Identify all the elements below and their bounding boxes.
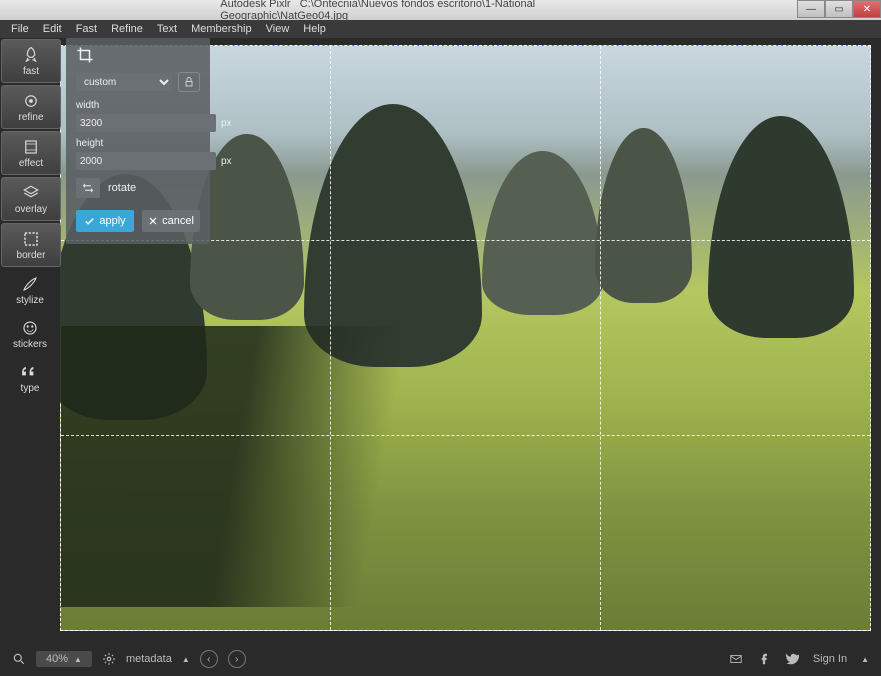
- swap-icon: [81, 181, 95, 195]
- width-label: width: [76, 100, 200, 111]
- cancel-button[interactable]: cancel: [142, 210, 200, 232]
- tool-type[interactable]: type: [0, 356, 60, 400]
- crop-grid-line: [330, 46, 331, 630]
- signin-caret[interactable]: ▲: [861, 655, 869, 664]
- apply-button[interactable]: apply: [76, 210, 134, 232]
- height-input[interactable]: [76, 152, 216, 170]
- tool-stickers[interactable]: stickers: [0, 312, 60, 356]
- menu-edit[interactable]: Edit: [36, 22, 69, 36]
- menu-membership[interactable]: Membership: [184, 22, 259, 36]
- gear-icon[interactable]: [102, 652, 116, 666]
- minimize-button[interactable]: —: [797, 0, 825, 18]
- workspace: fast refine effect overlay border styliz…: [0, 38, 881, 642]
- zoom-level[interactable]: 40%▲: [36, 651, 92, 667]
- tool-fast[interactable]: fast: [1, 39, 61, 83]
- tool-refine[interactable]: refine: [1, 85, 61, 129]
- height-unit: px: [221, 156, 232, 167]
- tool-effect[interactable]: effect: [1, 131, 61, 175]
- metadata-caret[interactable]: ▲: [182, 655, 190, 664]
- menu-help[interactable]: Help: [296, 22, 333, 36]
- film-icon: [22, 138, 40, 156]
- search-icon[interactable]: [12, 652, 26, 666]
- target-icon: [22, 92, 40, 110]
- tool-sidebar: fast refine effect overlay border styliz…: [0, 38, 60, 642]
- height-label: height: [76, 138, 200, 149]
- tool-stylize[interactable]: stylize: [0, 268, 60, 312]
- menu-bar: File Edit Fast Refine Text Membership Vi…: [0, 20, 881, 38]
- window-titlebar: Autodesk Pixlr C:\Ontecnia\Nuevos fondos…: [0, 0, 881, 20]
- close-button[interactable]: ✕: [853, 0, 881, 18]
- quote-icon: [21, 363, 39, 381]
- next-button[interactable]: ›: [228, 650, 246, 668]
- width-input[interactable]: [76, 114, 216, 132]
- crop-icon: [76, 46, 94, 64]
- tool-overlay[interactable]: overlay: [1, 177, 61, 221]
- sign-in-link[interactable]: Sign In: [813, 653, 847, 665]
- border-icon: [22, 230, 40, 248]
- width-unit: px: [221, 118, 232, 129]
- check-icon: [84, 216, 95, 227]
- twitter-icon[interactable]: [785, 652, 799, 666]
- crop-grid-line: [61, 435, 870, 436]
- menu-fast[interactable]: Fast: [69, 22, 104, 36]
- rocket-icon: [22, 46, 40, 64]
- menu-text[interactable]: Text: [150, 22, 184, 36]
- window-controls: — ▭ ✕: [797, 0, 881, 18]
- x-icon: [148, 216, 158, 226]
- menu-refine[interactable]: Refine: [104, 22, 150, 36]
- facebook-icon[interactable]: [757, 652, 771, 666]
- rotate-button[interactable]: [76, 178, 100, 198]
- crop-panel: custom width px height px rotate apply: [66, 38, 210, 244]
- status-bar: 40%▲ metadata ▲ ‹ › Sign In ▲: [0, 642, 881, 676]
- sticker-icon: [21, 319, 39, 337]
- menu-file[interactable]: File: [4, 22, 36, 36]
- rotate-label: rotate: [108, 182, 136, 194]
- brush-icon: [21, 275, 39, 293]
- lock-icon: [183, 76, 195, 88]
- menu-view[interactable]: View: [259, 22, 297, 36]
- layers-icon: [22, 184, 40, 202]
- metadata-label[interactable]: metadata: [126, 653, 172, 665]
- crop-grid-line: [600, 46, 601, 630]
- aspect-ratio-select[interactable]: custom: [76, 73, 172, 91]
- maximize-button[interactable]: ▭: [825, 0, 853, 18]
- tool-border[interactable]: border: [1, 223, 61, 267]
- mail-icon[interactable]: [729, 652, 743, 666]
- window-title: Autodesk Pixlr C:\Ontecnia\Nuevos fondos…: [220, 0, 661, 22]
- prev-button[interactable]: ‹: [200, 650, 218, 668]
- lock-ratio-button[interactable]: [178, 72, 200, 92]
